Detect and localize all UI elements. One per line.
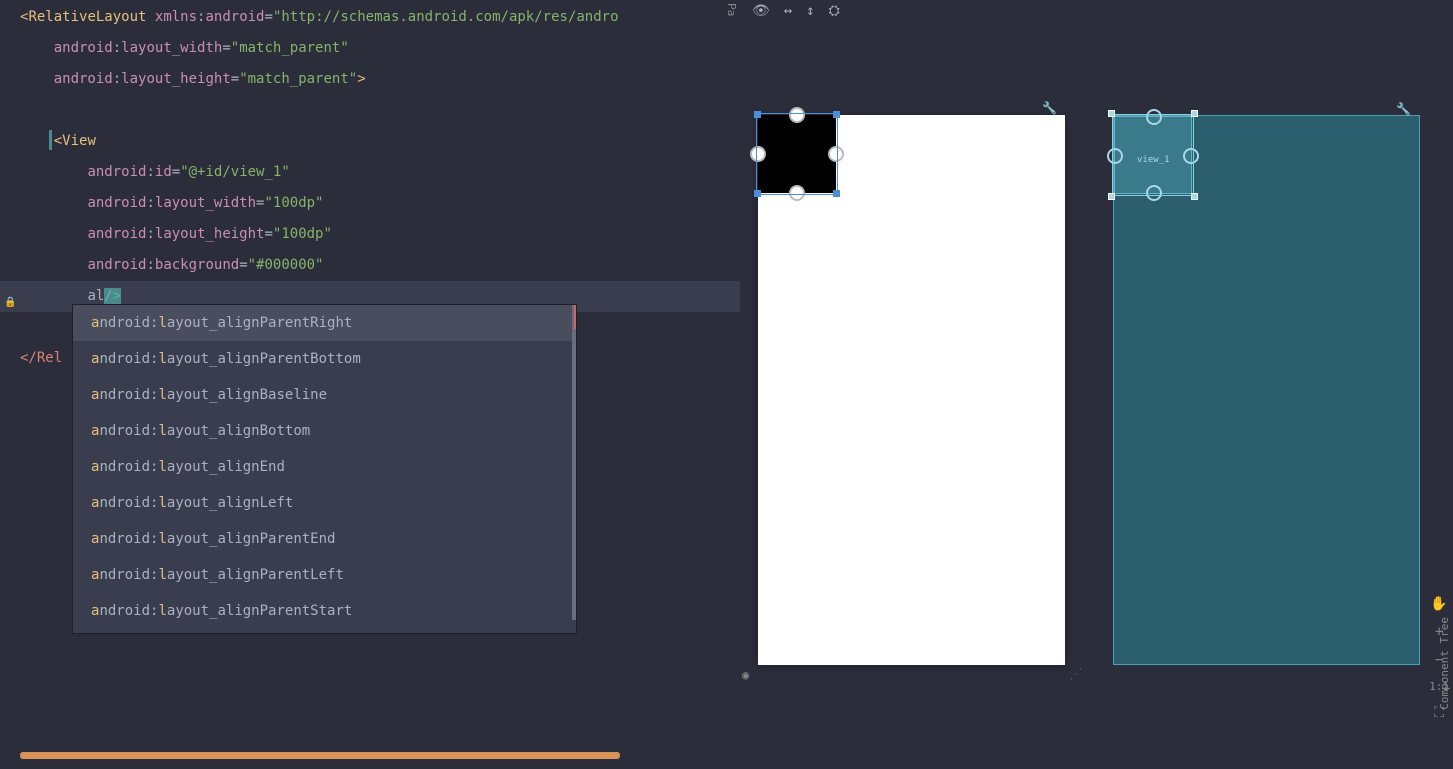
- code-line[interactable]: [0, 95, 740, 126]
- eye-icon[interactable]: 👁: [752, 3, 770, 19]
- arrows-vertical-icon[interactable]: ↕: [806, 3, 814, 19]
- main-container: Pa <RelativeLayout xmlns:android="http:/…: [0, 0, 1453, 769]
- component-tree-icon[interactable]: ◉: [742, 668, 749, 682]
- resize-corner-icon[interactable]: ⋰: [1069, 666, 1083, 682]
- zoom-1to1-button[interactable]: 1:1: [1429, 680, 1449, 693]
- preview-toolbar: 👁 ↔ ↕ ⛭: [752, 3, 840, 19]
- blueprint-surface[interactable]: 🔧 view_1: [1113, 115, 1420, 665]
- autocomplete-item[interactable]: android:layout_alignBottom: [73, 413, 576, 449]
- code-line[interactable]: android:layout_width="match_parent": [0, 33, 740, 64]
- selection-handle[interactable]: [1108, 193, 1115, 200]
- zoom-out-button[interactable]: −: [1429, 652, 1449, 668]
- selection-handle[interactable]: [1191, 110, 1198, 117]
- selection-border: [756, 113, 838, 195]
- code-area[interactable]: <RelativeLayout xmlns:android="http://sc…: [0, 0, 740, 376]
- zoom-in-button[interactable]: +: [1429, 624, 1449, 640]
- render-row: 🔧 🔧 view_1: [740, 0, 1453, 665]
- code-line[interactable]: <View: [0, 126, 740, 157]
- autocomplete-item[interactable]: android:layout_alignParentRight: [73, 305, 576, 341]
- magnet-icon[interactable]: ⛭: [829, 3, 840, 19]
- selection-handle[interactable]: [833, 111, 840, 118]
- wrench-icon[interactable]: 🔧: [1396, 102, 1411, 116]
- code-line[interactable]: android:layout_height="100dp": [0, 219, 740, 250]
- design-surface[interactable]: 🔧: [758, 115, 1065, 665]
- scrollbar-thumb[interactable]: [20, 752, 620, 759]
- selection-handle[interactable]: [754, 111, 761, 118]
- autocomplete-popup[interactable]: android:layout_alignParentRightandroid:l…: [72, 304, 577, 634]
- autocomplete-item[interactable]: android:layout_alignParentStart: [73, 593, 576, 629]
- autocomplete-item[interactable]: android:layout_alignLeft: [73, 485, 576, 521]
- caret-indicator: [49, 130, 52, 150]
- zoom-fit-button[interactable]: ⛶: [1429, 705, 1449, 721]
- autocomplete-item[interactable]: android:layout_alignParentTop: [73, 629, 576, 634]
- code-line[interactable]: <RelativeLayout xmlns:android="http://sc…: [0, 2, 740, 33]
- selection-border: [1112, 114, 1194, 196]
- selection-handle[interactable]: [754, 190, 761, 197]
- autocomplete-item[interactable]: android:layout_alignParentBottom: [73, 341, 576, 377]
- zoom-controls: ✋ + − 1:1 ⛶: [1429, 596, 1449, 721]
- code-line[interactable]: android:layout_height="match_parent">: [0, 64, 740, 95]
- autocomplete-item[interactable]: android:layout_alignBaseline: [73, 377, 576, 413]
- code-line[interactable]: android:background="#000000": [0, 250, 740, 281]
- wrench-icon[interactable]: 🔧: [1042, 101, 1057, 115]
- selection-handle[interactable]: [1191, 193, 1198, 200]
- selection-handle[interactable]: [1108, 110, 1115, 117]
- autocomplete-scrollbar[interactable]: [572, 305, 576, 620]
- pan-tool-icon[interactable]: ✋: [1429, 596, 1449, 612]
- editor-scrollbar-horizontal[interactable]: [20, 752, 620, 759]
- code-line[interactable]: android:layout_width="100dp": [0, 188, 740, 219]
- arrows-horizontal-icon[interactable]: ↔: [784, 3, 792, 19]
- autocomplete-item[interactable]: android:layout_alignParentEnd: [73, 521, 576, 557]
- code-line[interactable]: android:id="@+id/view_1": [0, 157, 740, 188]
- autocomplete-item[interactable]: android:layout_alignEnd: [73, 449, 576, 485]
- lock-icon: 🔒: [4, 287, 16, 318]
- autocomplete-item[interactable]: android:layout_alignParentLeft: [73, 557, 576, 593]
- layout-preview-panel: 👁 ↔ ↕ ⛭ 🔧: [740, 0, 1453, 769]
- selection-handle[interactable]: [833, 190, 840, 197]
- code-editor-panel[interactable]: Pa <RelativeLayout xmlns:android="http:/…: [0, 0, 740, 769]
- autocomplete-scroll-marker: [574, 305, 576, 329]
